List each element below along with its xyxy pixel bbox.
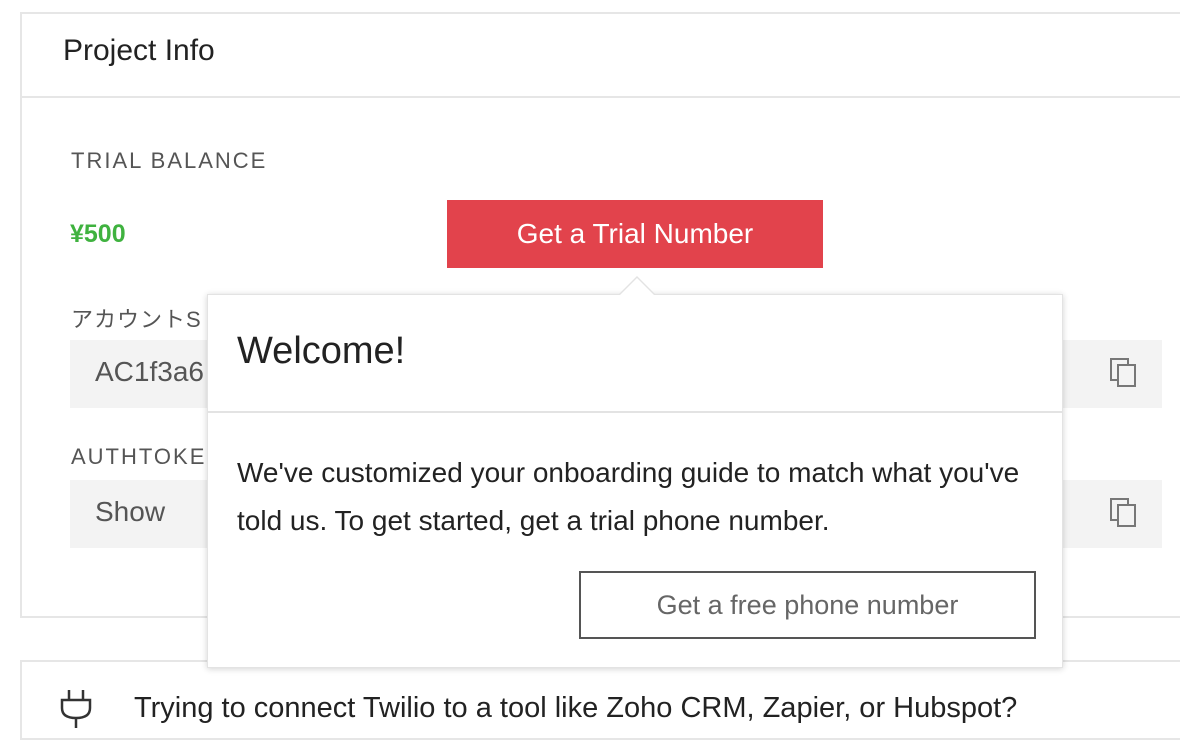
trial-balance-label: TRIAL BALANCE <box>71 148 268 173</box>
welcome-popover: Welcome! We've customized your onboardin… <box>207 294 1063 668</box>
get-free-phone-number-button[interactable]: Get a free phone number <box>579 571 1036 639</box>
plug-icon <box>60 690 92 728</box>
account-sid-label: アカウントS <box>71 307 202 332</box>
popover-header: Welcome! <box>208 295 1062 413</box>
copy-icon[interactable] <box>1110 498 1138 528</box>
copy-icon[interactable] <box>1110 358 1138 388</box>
popover-title: Welcome! <box>237 330 406 372</box>
card-header: Project Info <box>22 14 1180 98</box>
authtoken-label: AUTHTOKE <box>71 444 207 469</box>
get-trial-number-button[interactable]: Get a Trial Number <box>447 200 823 268</box>
card-title: Project Info <box>63 34 215 67</box>
integration-banner: Trying to connect Twilio to a tool like … <box>20 660 1180 740</box>
integration-banner-text: Trying to connect Twilio to a tool like … <box>134 692 1018 724</box>
account-sid-value: AC1f3a6 <box>95 356 204 387</box>
popover-body-text: We've customized your onboarding guide t… <box>237 457 1020 536</box>
authtoken-show-toggle[interactable]: Show <box>95 496 165 528</box>
trial-balance-value: ¥500 <box>70 220 126 248</box>
